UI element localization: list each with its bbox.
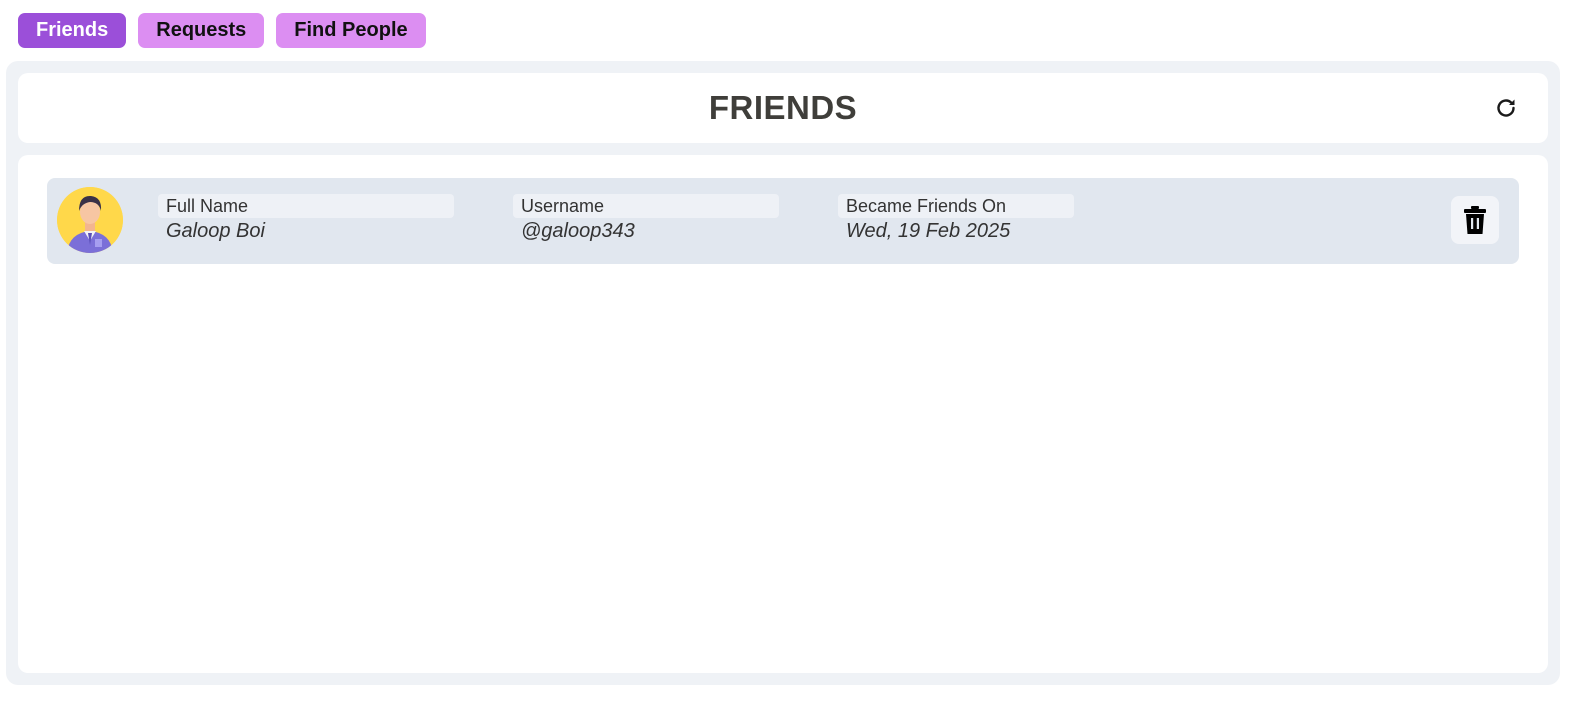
- tab-find-people[interactable]: Find People: [276, 13, 426, 48]
- friends-since-label: Became Friends On: [838, 194, 1074, 218]
- page-title: FRIENDS: [708, 89, 858, 126]
- tab-requests[interactable]: Requests: [138, 13, 265, 48]
- username-label: Username: [513, 194, 779, 218]
- username-value: @galoop343: [521, 220, 635, 242]
- friends-list: Full Name Galoop Boi Username @galoop343…: [18, 155, 1548, 673]
- full-name-field: Full Name Galoop Boi: [158, 194, 454, 243]
- username-field: Username @galoop343: [513, 194, 779, 243]
- trash-icon: [1464, 206, 1486, 234]
- tab-bar: Friends Requests Find People: [18, 13, 426, 48]
- avatar: [57, 187, 123, 253]
- friend-row: Full Name Galoop Boi Username @galoop343…: [47, 178, 1519, 264]
- remove-friend-button[interactable]: [1451, 196, 1499, 244]
- panel-header: FRIENDS: [18, 73, 1548, 143]
- friends-since-value: Wed, 19 Feb 2025: [846, 220, 1011, 242]
- friends-panel: FRIENDS Full Name Galoop Boi Username @g…: [6, 61, 1560, 685]
- full-name-label: Full Name: [158, 194, 454, 218]
- person-avatar-icon: [57, 187, 123, 253]
- friends-since-field: Became Friends On Wed, 19 Feb 2025: [838, 194, 1074, 243]
- refresh-button[interactable]: [1492, 94, 1520, 122]
- refresh-icon: [1497, 99, 1515, 117]
- full-name-value: Galoop Boi: [166, 220, 265, 242]
- tab-friends[interactable]: Friends: [18, 13, 127, 48]
